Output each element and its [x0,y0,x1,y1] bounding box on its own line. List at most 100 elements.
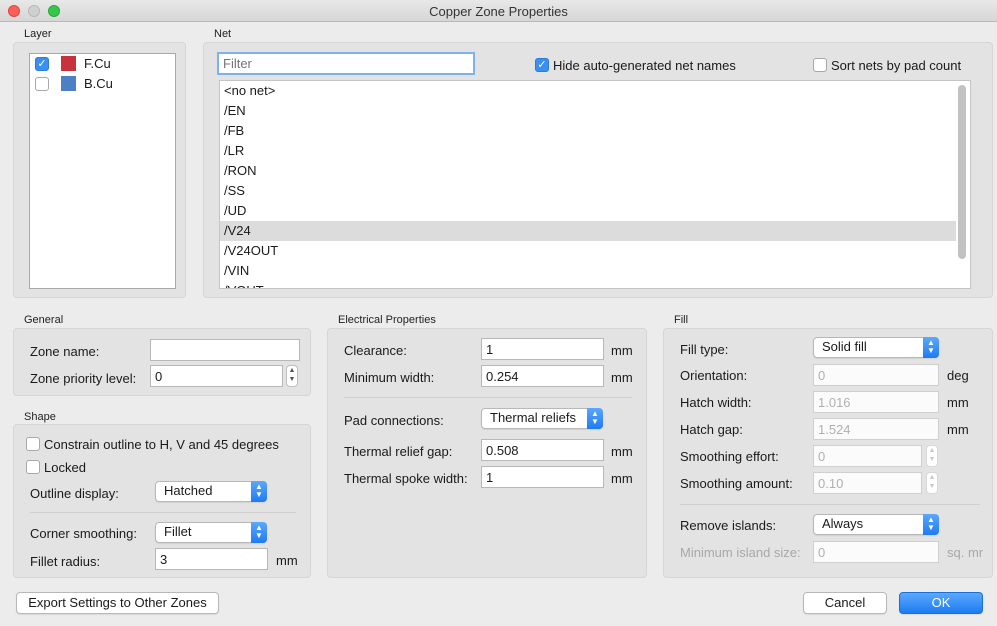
thermal-spoke-input[interactable] [481,466,604,488]
shape-section-label: Shape [24,411,56,423]
net-section-label: Net [214,28,232,40]
chevron-updown-icon: ▲ ▼ [251,522,267,543]
export-settings-button[interactable]: Export Settings to Other Zones [16,592,219,614]
pad-connections-select[interactable]: Thermal reliefs ▲ ▼ [481,408,603,429]
min-width-input[interactable] [481,365,604,387]
net-item[interactable]: /FB [220,121,956,141]
layer-fcu-label: F.Cu [84,56,111,71]
outline-display-value: Hatched [164,483,213,498]
zone-priority-stepper[interactable]: ▲ ▼ [286,365,298,387]
thermal-gap-unit: mm [611,444,633,459]
fill-section-label: Fill [674,314,689,326]
electrical-divider [344,397,632,398]
corner-smoothing-select[interactable]: Fillet ▲ ▼ [155,522,267,543]
smoothing-effort-label: Smoothing effort: [680,449,779,464]
hide-auto-generated-label: Hide auto-generated net names [553,58,736,73]
smoothing-effort-stepper[interactable]: ▲ ▼ [926,445,938,467]
clearance-unit: mm [611,343,633,358]
shape-divider [30,512,296,513]
zone-priority-label: Zone priority level: [30,371,137,386]
layer-fcu-checkbox[interactable]: ✓ [35,57,49,71]
smoothing-effort-input[interactable] [813,445,922,467]
clearance-input[interactable] [481,338,604,360]
net-item-selected[interactable]: /V24 [220,221,956,241]
outline-display-label: Outline display: [30,486,119,501]
fillet-radius-input[interactable] [155,548,268,570]
fill-type-select[interactable]: Solid fill ▲ ▼ [813,337,939,358]
ok-button[interactable]: OK [899,592,983,614]
thermal-gap-input[interactable] [481,439,604,461]
layer-fcu-color-swatch [61,56,76,71]
fillet-radius-label: Fillet radius: [30,554,101,569]
orientation-label: Orientation: [680,368,748,383]
layer-bcu-color-swatch [61,76,76,91]
min-island-size-label: Minimum island size: [680,545,801,560]
min-island-size-input[interactable] [813,541,939,563]
net-item[interactable]: /EN [220,101,956,121]
net-item[interactable]: /LR [220,141,956,161]
constrain-outline-checkbox[interactable] [26,437,40,451]
hatch-width-label: Hatch width: [680,395,752,410]
smoothing-amount-input[interactable] [813,472,922,494]
clearance-label: Clearance: [344,343,407,358]
chevron-updown-icon: ▲ ▼ [923,337,939,358]
net-item[interactable]: /RON [220,161,956,181]
thermal-gap-label: Thermal relief gap: [344,444,453,459]
layer-bcu-label: B.Cu [84,76,113,91]
hatch-gap-input[interactable] [813,418,939,440]
net-list[interactable]: <no net> /EN /FB /LR /RON /SS /UD /V24 /… [219,80,971,289]
net-filter-input[interactable] [217,52,475,75]
zone-priority-input[interactable] [150,365,283,387]
constrain-outline-label: Constrain outline to H, V and 45 degrees [44,437,279,452]
hatch-width-input[interactable] [813,391,939,413]
layer-bcu-checkbox[interactable] [35,77,49,91]
chevron-updown-icon: ▲ ▼ [587,408,603,429]
title-bar: Copper Zone Properties [0,0,997,22]
orientation-input[interactable] [813,364,939,386]
min-width-unit: mm [611,370,633,385]
chevron-updown-icon: ▲ ▼ [251,481,267,502]
corner-smoothing-value: Fillet [164,524,192,539]
window-title: Copper Zone Properties [429,4,568,19]
min-width-label: Minimum width: [344,370,435,385]
pad-connections-value: Thermal reliefs [490,410,576,425]
zone-name-input[interactable] [150,339,300,361]
hatch-gap-unit: mm [947,422,969,437]
smoothing-amount-label: Smoothing amount: [680,476,793,491]
outline-display-select[interactable]: Hatched ▲ ▼ [155,481,267,502]
locked-checkbox[interactable] [26,460,40,474]
fill-divider [680,504,980,505]
remove-islands-label: Remove islands: [680,518,777,533]
corner-smoothing-label: Corner smoothing: [30,526,137,541]
hatch-gap-label: Hatch gap: [680,422,743,437]
thermal-spoke-unit: mm [611,471,633,486]
smoothing-amount-stepper[interactable]: ▲ ▼ [926,472,938,494]
net-item[interactable]: /SS [220,181,956,201]
locked-label: Locked [44,460,86,475]
remove-islands-select[interactable]: Always ▲ ▼ [813,514,939,535]
net-item[interactable]: /VIN [220,261,956,281]
net-item[interactable]: /VOUT [220,281,956,288]
fill-type-value: Solid fill [822,339,867,354]
fillet-radius-unit: mm [276,553,298,568]
net-list-scrollbar[interactable] [958,85,966,259]
layer-section-label: Layer [24,28,52,40]
orientation-unit: deg [947,368,969,383]
net-item[interactable]: <no net> [220,81,956,101]
net-item[interactable]: /UD [220,201,956,221]
net-item[interactable]: /V24OUT [220,241,956,261]
hatch-width-unit: mm [947,395,969,410]
remove-islands-value: Always [822,516,864,531]
sort-by-pad-count-label: Sort nets by pad count [831,58,962,73]
chevron-updown-icon: ▲ ▼ [923,514,939,535]
zone-name-label: Zone name: [30,344,100,359]
min-island-size-unit: sq. mr [947,545,984,560]
thermal-spoke-label: Thermal spoke width: [344,471,468,486]
general-section-label: General [24,314,64,326]
hide-auto-generated-checkbox[interactable]: ✓ [535,58,549,72]
sort-by-pad-count-checkbox[interactable] [813,58,827,72]
electrical-section-label: Electrical Properties [338,314,436,326]
pad-connections-label: Pad connections: [344,413,444,428]
fill-type-label: Fill type: [680,342,729,357]
cancel-button[interactable]: Cancel [803,592,887,614]
